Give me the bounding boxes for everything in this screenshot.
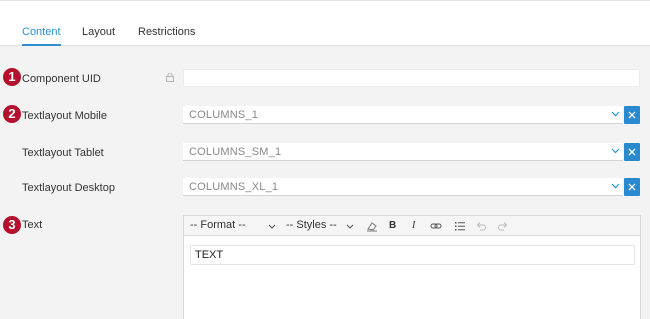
rich-text-editor: -- Format -- -- Styles -- B I TEXT: [183, 215, 641, 319]
format-dropdown-label: -- Format --: [190, 219, 246, 231]
active-tab-indicator: [22, 44, 61, 46]
clear-desktop-button[interactable]: [624, 178, 640, 196]
lock-icon: [166, 73, 174, 82]
tab-bar: Content Layout Restrictions: [0, 0, 650, 46]
format-dropdown[interactable]: -- Format --: [190, 219, 246, 231]
text-label: Text: [22, 219, 43, 231]
tab-content[interactable]: Content: [22, 26, 61, 46]
text-editor-content: TEXT: [195, 249, 224, 261]
close-icon: [628, 111, 636, 119]
textlayout-desktop-label: Textlayout Desktop: [22, 182, 115, 194]
textlayout-desktop-select[interactable]: COLUMNS_XL_1: [183, 178, 623, 196]
textlayout-desktop-value: COLUMNS_XL_1: [189, 181, 279, 193]
textlayout-mobile-value: COLUMNS_1: [189, 109, 259, 121]
tab-content-label: Content: [22, 26, 61, 38]
callout-marker-3: 3: [3, 216, 21, 234]
link-icon[interactable]: [430, 220, 442, 232]
component-uid-label: Component UID: [22, 73, 101, 85]
clear-tablet-button[interactable]: [624, 143, 640, 161]
clear-mobile-button[interactable]: [624, 106, 640, 124]
text-editor-input[interactable]: TEXT: [190, 245, 635, 265]
textlayout-mobile-label: Textlayout Mobile: [22, 110, 107, 122]
textlayout-mobile-select[interactable]: COLUMNS_1: [183, 106, 623, 124]
tab-restrictions[interactable]: Restrictions: [138, 26, 195, 38]
tab-layout[interactable]: Layout: [82, 26, 115, 38]
styles-dropdown-label: -- Styles --: [286, 219, 337, 231]
eraser-icon[interactable]: [366, 220, 378, 232]
chevron-down-icon: [611, 148, 620, 154]
callout-marker-1: 1: [3, 68, 21, 86]
undo-icon[interactable]: [475, 220, 487, 232]
bold-icon[interactable]: B: [389, 220, 396, 232]
close-icon: [628, 183, 636, 191]
chevron-down-icon[interactable]: [268, 224, 276, 229]
tab-restrictions-label: Restrictions: [138, 26, 196, 38]
callout-marker-2: 2: [3, 105, 21, 123]
textlayout-tablet-select[interactable]: COLUMNS_SM_1: [183, 143, 623, 161]
chevron-down-icon[interactable]: [346, 224, 354, 229]
chevron-down-icon: [611, 183, 620, 189]
editor-toolbar: -- Format -- -- Styles -- B I: [184, 216, 640, 236]
component-uid-input[interactable]: [183, 69, 640, 87]
list-icon[interactable]: [454, 220, 466, 232]
chevron-down-icon: [611, 111, 620, 117]
textlayout-tablet-label: Textlayout Tablet: [22, 147, 104, 159]
close-icon: [628, 148, 636, 156]
styles-dropdown[interactable]: -- Styles --: [286, 219, 337, 231]
textlayout-tablet-value: COLUMNS_SM_1: [189, 146, 282, 158]
tab-layout-label: Layout: [82, 26, 116, 38]
italic-icon[interactable]: I: [412, 220, 415, 232]
redo-icon[interactable]: [497, 220, 509, 232]
